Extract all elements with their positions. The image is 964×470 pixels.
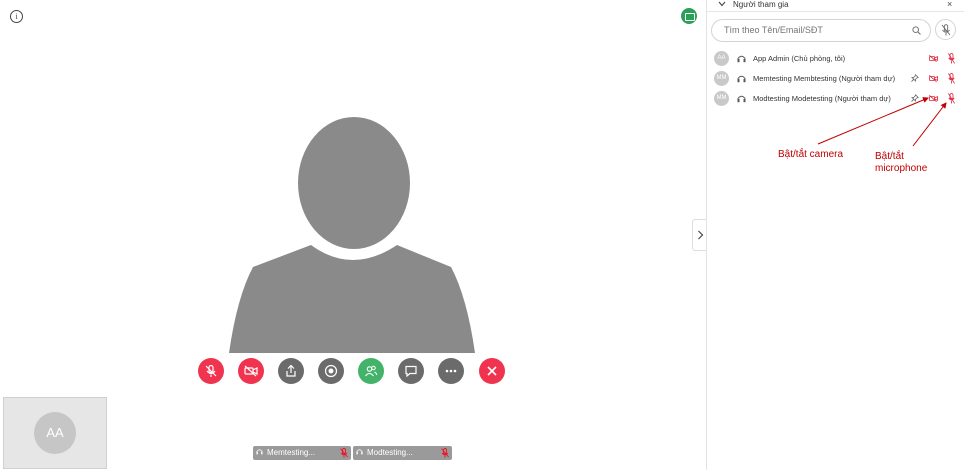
headset-icon bbox=[737, 95, 746, 103]
more-icon bbox=[445, 369, 457, 373]
chevron-right-icon bbox=[697, 230, 703, 240]
camera-off-icon[interactable] bbox=[929, 55, 938, 62]
participant-row[interactable]: AA App Admin (Chủ phòng, tôi) bbox=[713, 50, 959, 68]
search-icon[interactable] bbox=[912, 26, 921, 35]
share-icon bbox=[286, 364, 296, 377]
more-button[interactable] bbox=[438, 358, 464, 384]
mic-toggle-button[interactable] bbox=[198, 358, 224, 384]
camera-off-icon[interactable] bbox=[929, 75, 938, 82]
thumbnail-label: Modtesting... bbox=[367, 448, 413, 457]
headset-icon bbox=[737, 55, 746, 63]
mic-off-icon[interactable] bbox=[948, 53, 955, 64]
camera-annotation: Bật/tắt camera bbox=[778, 149, 844, 160]
close-icon[interactable]: × bbox=[947, 0, 952, 9]
headset-icon bbox=[356, 449, 363, 455]
panel-title: Người tham gia bbox=[733, 0, 789, 9]
record-button[interactable] bbox=[318, 358, 344, 384]
camera-off-icon bbox=[244, 365, 258, 377]
close-icon bbox=[487, 366, 497, 376]
person-silhouette-icon bbox=[229, 117, 475, 353]
participants-panel: Người tham gia × AA App Admin (Chủ phòng… bbox=[706, 0, 964, 470]
mic-off-icon bbox=[340, 448, 348, 458]
avatar: AA bbox=[714, 51, 729, 66]
avatar: AA bbox=[34, 412, 76, 454]
pin-icon[interactable] bbox=[911, 74, 919, 82]
participant-thumbnail[interactable]: Modtesting... bbox=[353, 446, 452, 460]
pin-icon[interactable] bbox=[911, 94, 919, 102]
info-icon[interactable]: i bbox=[10, 10, 23, 23]
participant-row[interactable]: MM Modtesting Modetesting (Người tham dự… bbox=[713, 90, 959, 108]
video-stage: i AA Memtesting... Modtesting... bbox=[0, 0, 706, 470]
mic-off-icon[interactable] bbox=[948, 93, 955, 104]
mic-off-icon bbox=[441, 448, 449, 458]
participant-thumbnail[interactable]: Memtesting... bbox=[253, 446, 351, 460]
mic-off-icon bbox=[941, 24, 951, 36]
microphone-annotation-line2: microphone bbox=[875, 163, 928, 174]
thumbnail-label: Memtesting... bbox=[267, 448, 316, 457]
leave-button[interactable] bbox=[479, 358, 505, 384]
microphone-annotation-line1: Bật/tắt bbox=[875, 151, 904, 162]
chat-icon bbox=[405, 365, 417, 378]
chevron-down-icon[interactable] bbox=[718, 0, 726, 8]
layout-icon[interactable] bbox=[681, 8, 697, 24]
participants-button[interactable] bbox=[358, 358, 384, 384]
share-screen-button[interactable] bbox=[278, 358, 304, 384]
self-video-tile[interactable]: AA bbox=[3, 397, 107, 469]
panel-header: Người tham gia × bbox=[707, 0, 964, 12]
panel-toggle-button[interactable] bbox=[692, 219, 707, 251]
headset-icon bbox=[256, 449, 263, 455]
avatar: MM bbox=[714, 91, 729, 106]
mic-off-icon bbox=[205, 364, 217, 377]
camera-toggle-button[interactable] bbox=[238, 358, 264, 384]
mute-all-button[interactable] bbox=[935, 19, 956, 40]
mic-off-icon[interactable] bbox=[948, 73, 955, 84]
headset-icon bbox=[737, 75, 746, 83]
participant-name: Modtesting Modetesting (Người tham dự) bbox=[753, 94, 891, 103]
record-icon bbox=[324, 364, 338, 378]
chat-button[interactable] bbox=[398, 358, 424, 384]
search-box bbox=[711, 19, 931, 42]
avatar: MM bbox=[714, 71, 729, 86]
people-icon bbox=[365, 365, 378, 377]
participant-name: Memtesting Membtesting (Người tham dự) bbox=[753, 74, 896, 83]
participant-row[interactable]: MM Memtesting Membtesting (Người tham dự… bbox=[713, 70, 959, 88]
participant-name: App Admin (Chủ phòng, tôi) bbox=[753, 54, 846, 63]
search-input[interactable] bbox=[722, 24, 911, 36]
camera-off-icon[interactable] bbox=[929, 95, 938, 102]
